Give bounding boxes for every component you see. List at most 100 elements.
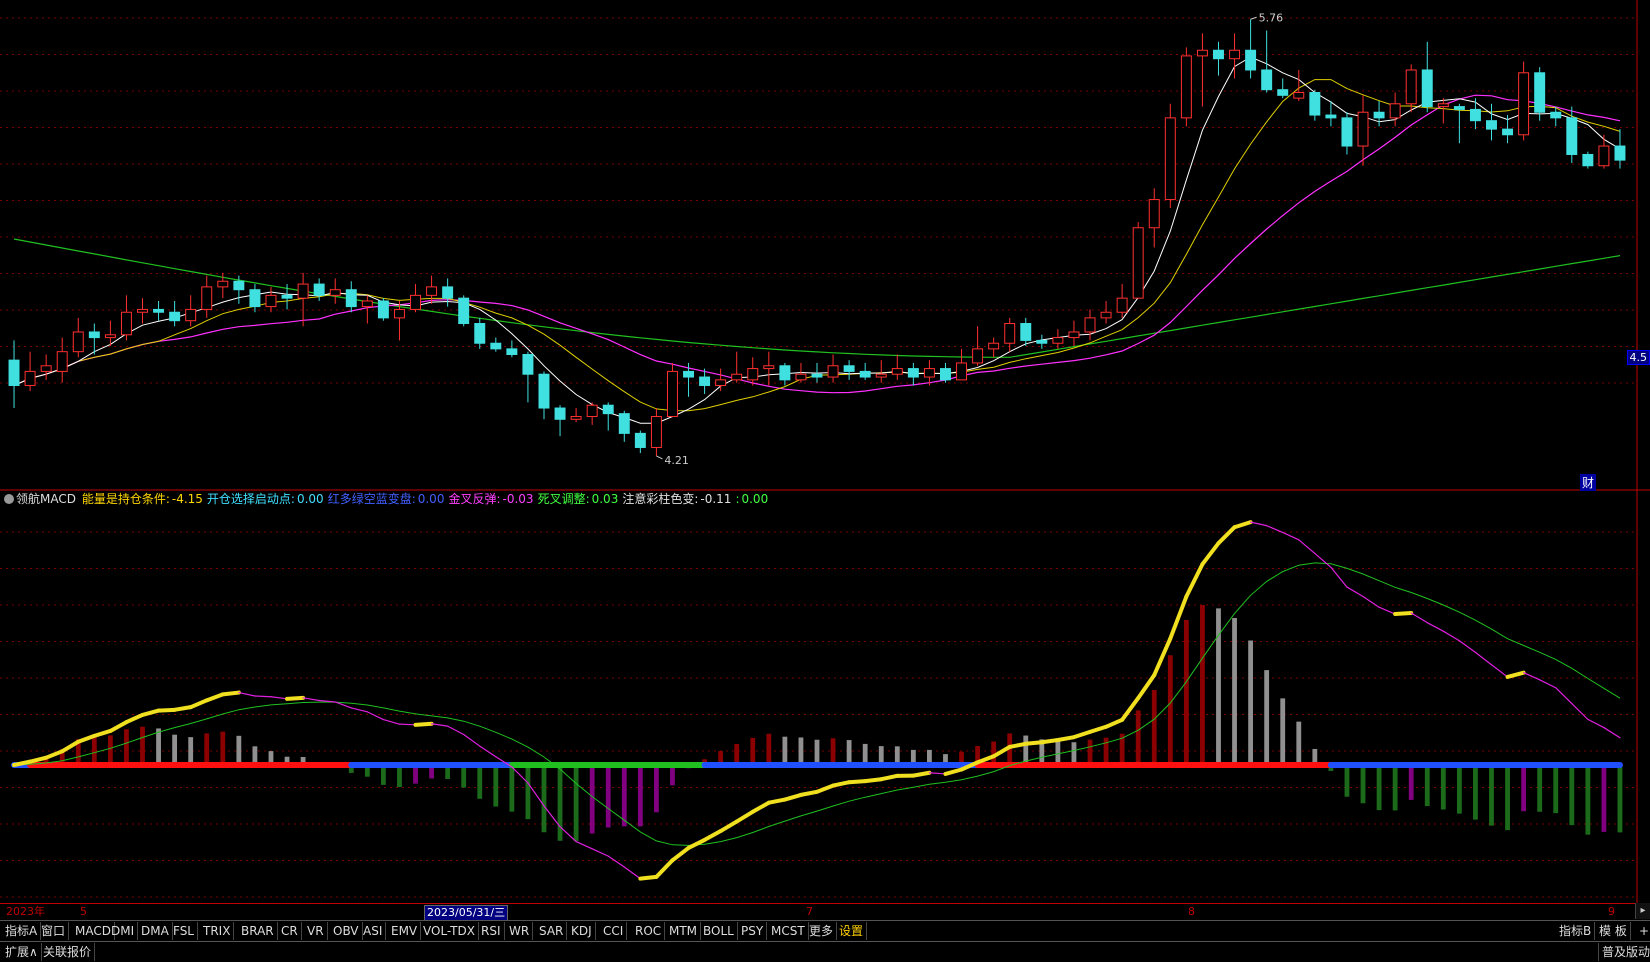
- dif-line-segment: [913, 773, 929, 776]
- toolbar-button-0[interactable]: 指标A: [2, 922, 41, 940]
- candle-body: [1487, 121, 1497, 129]
- toolbar-button-5[interactable]: FSL: [170, 922, 198, 940]
- dif-line-segment: [608, 856, 624, 867]
- indicator-item-label: 能量是持仓条件:: [82, 492, 170, 506]
- toolbar-right-button-0[interactable]: 指标B: [1556, 922, 1595, 940]
- candle-body: [1503, 129, 1513, 135]
- dif-line-segment: [1572, 704, 1588, 720]
- toolbar-button-1[interactable]: 窗口: [38, 922, 69, 940]
- dif-line-segment: [159, 710, 175, 711]
- expand-button[interactable]: 扩展∧: [2, 943, 42, 961]
- price-axis-tag: 4.5: [1627, 350, 1650, 365]
- candle-body: [940, 369, 950, 380]
- kline-chart[interactable]: 5.764.21: [0, 0, 1650, 903]
- dif-line-segment: [640, 877, 656, 879]
- toolbar-button-8[interactable]: CR: [278, 922, 302, 940]
- candle-body: [571, 416, 581, 419]
- toolbar-button-9[interactable]: VR: [304, 922, 328, 940]
- candle-body: [828, 366, 838, 377]
- candle-body: [716, 380, 726, 386]
- indicator-toggle-icon[interactable]: [4, 494, 14, 504]
- candle-body: [1470, 109, 1480, 120]
- linked-quote-button[interactable]: 关联报价: [40, 943, 95, 961]
- candle-body: [346, 290, 356, 307]
- dif-line-segment: [785, 795, 801, 800]
- candle-body: [539, 374, 549, 408]
- finance-tag[interactable]: 财: [1580, 474, 1596, 491]
- toolbar-button-11[interactable]: ASI: [360, 922, 386, 940]
- candle-body: [121, 312, 131, 335]
- toolbar-button-6[interactable]: TRIX: [200, 922, 234, 940]
- dif-line-segment: [464, 734, 480, 746]
- toolbar-button-21[interactable]: BOLL: [700, 922, 738, 940]
- toolbar-button-10[interactable]: OBV: [330, 922, 363, 940]
- toolbar-button-7[interactable]: BRAR: [238, 922, 278, 940]
- toolbar-button-23[interactable]: MCST: [768, 922, 809, 940]
- candle-body: [796, 374, 806, 380]
- toolbar-button-20[interactable]: MTM: [666, 922, 701, 940]
- ma-long-line: [14, 95, 1620, 393]
- dif-line-segment: [1106, 720, 1122, 727]
- axis-scroll-button[interactable]: ▸: [1635, 903, 1650, 919]
- dif-line-segment: [399, 724, 415, 725]
- candle-body: [154, 309, 164, 312]
- dif-line-segment: [191, 700, 207, 707]
- candle-body: [443, 287, 453, 298]
- dif-line-segment: [769, 800, 785, 803]
- dif-line-segment: [1283, 532, 1299, 539]
- candle-body: [105, 335, 115, 338]
- dif-line-segment: [1235, 522, 1251, 527]
- toolbar-button-14[interactable]: RSI: [478, 922, 505, 940]
- candle-body: [1085, 318, 1095, 332]
- date-label-sep: 9: [1608, 905, 1615, 919]
- toolbar-button-25[interactable]: 设置: [836, 922, 867, 940]
- toolbar-button-16[interactable]: SAR: [536, 922, 567, 940]
- candle-body: [394, 309, 404, 317]
- candle-body: [555, 408, 565, 419]
- toolbar-button-18[interactable]: CCI: [600, 922, 627, 940]
- candle-body: [1615, 146, 1625, 160]
- toolbar-right-button-2[interactable]: +: [1636, 922, 1650, 940]
- dif-line-segment: [383, 720, 399, 725]
- candle-body: [892, 369, 902, 375]
- dif-line-segment: [1042, 740, 1058, 742]
- dif-line-segment: [432, 724, 448, 726]
- candle-body: [1230, 50, 1240, 58]
- indicator-item-label: 红多绿空蓝变盘:: [328, 492, 416, 506]
- dif-line-segment: [1588, 719, 1604, 727]
- dif-line-segment: [255, 696, 271, 697]
- toolbar-right-button-1[interactable]: 模 板: [1596, 922, 1631, 940]
- candle-body: [1278, 90, 1288, 96]
- toolbar-button-22[interactable]: PSY: [738, 922, 767, 940]
- indicator-item-value: 0.00: [297, 492, 324, 506]
- candle-body: [1438, 104, 1448, 107]
- dif-line-segment: [689, 840, 705, 848]
- dif-line-segment: [849, 781, 865, 782]
- candle-body: [1149, 200, 1159, 228]
- toolbar-button-4[interactable]: DMA: [138, 922, 173, 940]
- toolbar-button-17[interactable]: KDJ: [568, 922, 596, 940]
- candle-body: [876, 374, 886, 377]
- dif-line-segment: [1443, 631, 1459, 641]
- candle-body: [1406, 70, 1416, 104]
- toolbar-button-24[interactable]: 更多: [806, 922, 837, 940]
- dif-line-segment: [271, 697, 287, 699]
- candle-body: [362, 301, 372, 307]
- candle-body: [957, 363, 967, 380]
- toolbar-button-15[interactable]: WR: [506, 922, 533, 940]
- dif-line-segment: [1459, 641, 1475, 653]
- candle-body: [1583, 154, 1593, 165]
- candle-body: [57, 352, 67, 372]
- dif-line-segment: [1556, 688, 1572, 704]
- toolbar-button-19[interactable]: ROC: [632, 922, 665, 940]
- toolbar-button-12[interactable]: EMV: [388, 922, 421, 940]
- dif-line-segment: [1074, 732, 1090, 737]
- candle-body: [1197, 50, 1207, 56]
- toolbar-button-13[interactable]: VOL-TDX: [420, 922, 479, 940]
- candle-body: [507, 349, 517, 355]
- candle-body: [234, 281, 244, 289]
- candle-body: [1535, 73, 1545, 112]
- candle-body: [378, 301, 388, 318]
- candle-body: [1310, 93, 1320, 116]
- toolbar-button-3[interactable]: DMI: [108, 922, 138, 940]
